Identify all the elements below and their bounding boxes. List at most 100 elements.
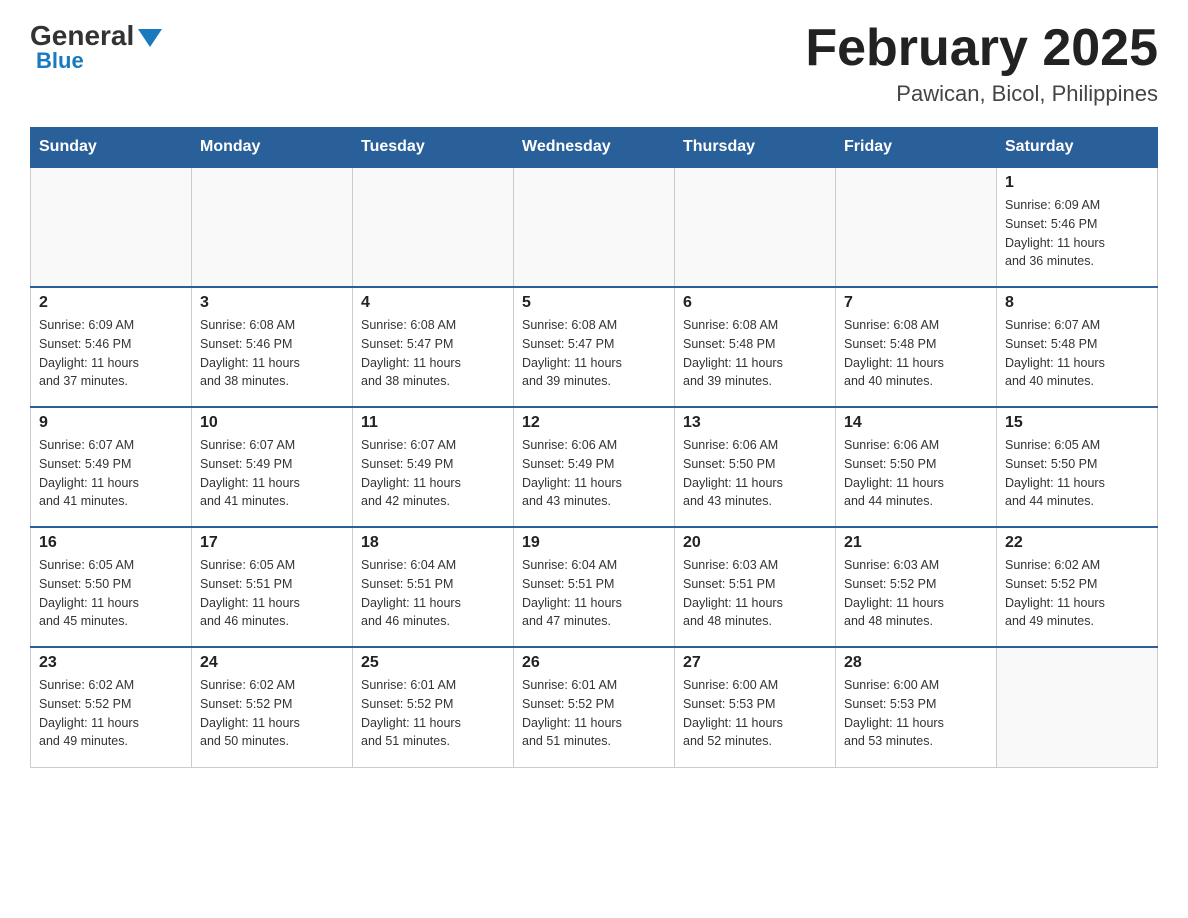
day-info: Sunrise: 6:07 AM Sunset: 5:49 PM Dayligh… [200,436,344,511]
calendar-cell: 21 Sunrise: 6:03 AM Sunset: 5:52 PM Dayli… [836,527,997,647]
day-info: Sunrise: 6:09 AM Sunset: 5:46 PM Dayligh… [39,316,183,391]
day-info: Sunrise: 6:08 AM Sunset: 5:48 PM Dayligh… [683,316,827,391]
day-info: Sunrise: 6:07 AM Sunset: 5:48 PM Dayligh… [1005,316,1149,391]
calendar-week-3: 16 Sunrise: 6:05 AM Sunset: 5:50 PM Dayli… [31,527,1158,647]
day-info: Sunrise: 6:05 AM Sunset: 5:50 PM Dayligh… [39,556,183,631]
calendar-header: SundayMondayTuesdayWednesdayThursdayFrid… [31,128,1158,168]
calendar-cell: 18Sunrise: 6:04 AM Sunset: 5:51 PM Dayli… [353,527,514,647]
calendar-cell: 3 Sunrise: 6:08 AM Sunset: 5:46 PM Daylig… [192,287,353,407]
day-number: 11 [361,414,505,432]
day-info: Sunrise: 6:01 AM Sunset: 5:52 PM Dayligh… [361,676,505,751]
day-number: 20 [683,534,827,552]
calendar-week-1: 2 Sunrise: 6:09 AM Sunset: 5:46 PM Daylig… [31,287,1158,407]
location-title: Pawican, Bicol, Philippines [805,81,1158,107]
day-number: 7 [844,294,988,312]
calendar-table: SundayMondayTuesdayWednesdayThursdayFrid… [30,127,1158,768]
day-number: 21 [844,534,988,552]
day-info: Sunrise: 6:02 AM Sunset: 5:52 PM Dayligh… [39,676,183,751]
day-info: Sunrise: 6:09 AM Sunset: 5:46 PM Dayligh… [1005,196,1149,271]
calendar-cell: 8 Sunrise: 6:07 AM Sunset: 5:48 PM Daylig… [997,287,1158,407]
header-saturday: Saturday [997,128,1158,168]
calendar-cell: 4Sunrise: 6:08 AM Sunset: 5:47 PM Daylig… [353,287,514,407]
page-header: General Blue February 2025 Pawican, Bico… [30,20,1158,107]
calendar-cell: 25 Sunrise: 6:01 AM Sunset: 5:52 PM Dayli… [353,647,514,767]
day-info: Sunrise: 6:08 AM Sunset: 5:48 PM Dayligh… [844,316,988,391]
calendar-cell: 27Sunrise: 6:00 AM Sunset: 5:53 PM Dayli… [675,647,836,767]
day-number: 1 [1005,174,1149,192]
calendar-cell [836,167,997,287]
day-info: Sunrise: 6:08 AM Sunset: 5:47 PM Dayligh… [361,316,505,391]
header-row: SundayMondayTuesdayWednesdayThursdayFrid… [31,128,1158,168]
header-tuesday: Tuesday [353,128,514,168]
day-info: Sunrise: 6:06 AM Sunset: 5:50 PM Dayligh… [683,436,827,511]
day-number: 3 [200,294,344,312]
day-number: 26 [522,654,666,672]
day-number: 8 [1005,294,1149,312]
day-number: 24 [200,654,344,672]
calendar-cell [353,167,514,287]
day-info: Sunrise: 6:00 AM Sunset: 5:53 PM Dayligh… [844,676,988,751]
calendar-cell: 2 Sunrise: 6:09 AM Sunset: 5:46 PM Daylig… [31,287,192,407]
calendar-cell [31,167,192,287]
calendar-cell [675,167,836,287]
header-thursday: Thursday [675,128,836,168]
header-sunday: Sunday [31,128,192,168]
calendar-cell: 9 Sunrise: 6:07 AM Sunset: 5:49 PM Daylig… [31,407,192,527]
day-number: 28 [844,654,988,672]
calendar-cell: 10 Sunrise: 6:07 AM Sunset: 5:49 PM Dayli… [192,407,353,527]
header-wednesday: Wednesday [514,128,675,168]
calendar-cell: 5 Sunrise: 6:08 AM Sunset: 5:47 PM Daylig… [514,287,675,407]
calendar-cell: 1 Sunrise: 6:09 AM Sunset: 5:46 PM Daylig… [997,167,1158,287]
day-info: Sunrise: 6:03 AM Sunset: 5:52 PM Dayligh… [844,556,988,631]
day-info: Sunrise: 6:06 AM Sunset: 5:49 PM Dayligh… [522,436,666,511]
day-number: 12 [522,414,666,432]
day-number: 16 [39,534,183,552]
calendar-cell [514,167,675,287]
calendar-cell: 20Sunrise: 6:03 AM Sunset: 5:51 PM Dayli… [675,527,836,647]
day-info: Sunrise: 6:08 AM Sunset: 5:46 PM Dayligh… [200,316,344,391]
calendar-cell: 6 Sunrise: 6:08 AM Sunset: 5:48 PM Daylig… [675,287,836,407]
day-number: 14 [844,414,988,432]
calendar-cell: 14Sunrise: 6:06 AM Sunset: 5:50 PM Dayli… [836,407,997,527]
calendar-week-2: 9 Sunrise: 6:07 AM Sunset: 5:49 PM Daylig… [31,407,1158,527]
month-title: February 2025 [805,20,1158,77]
day-number: 6 [683,294,827,312]
calendar-cell: 16 Sunrise: 6:05 AM Sunset: 5:50 PM Dayli… [31,527,192,647]
calendar-cell: 7 Sunrise: 6:08 AM Sunset: 5:48 PM Daylig… [836,287,997,407]
day-number: 22 [1005,534,1149,552]
day-info: Sunrise: 6:07 AM Sunset: 5:49 PM Dayligh… [361,436,505,511]
calendar-cell: 19Sunrise: 6:04 AM Sunset: 5:51 PM Dayli… [514,527,675,647]
calendar-cell: 28 Sunrise: 6:00 AM Sunset: 5:53 PM Dayli… [836,647,997,767]
calendar-cell: 23 Sunrise: 6:02 AM Sunset: 5:52 PM Dayli… [31,647,192,767]
day-info: Sunrise: 6:05 AM Sunset: 5:50 PM Dayligh… [1005,436,1149,511]
calendar-cell: 11 Sunrise: 6:07 AM Sunset: 5:49 PM Dayli… [353,407,514,527]
day-info: Sunrise: 6:02 AM Sunset: 5:52 PM Dayligh… [1005,556,1149,631]
logo: General Blue [30,20,162,74]
calendar-cell [997,647,1158,767]
logo-triangle-icon [138,29,162,47]
calendar-cell: 17Sunrise: 6:05 AM Sunset: 5:51 PM Dayli… [192,527,353,647]
calendar-cell: 15 Sunrise: 6:05 AM Sunset: 5:50 PM Dayli… [997,407,1158,527]
day-info: Sunrise: 6:02 AM Sunset: 5:52 PM Dayligh… [200,676,344,751]
day-number: 5 [522,294,666,312]
day-info: Sunrise: 6:08 AM Sunset: 5:47 PM Dayligh… [522,316,666,391]
day-number: 23 [39,654,183,672]
day-info: Sunrise: 6:04 AM Sunset: 5:51 PM Dayligh… [361,556,505,631]
day-number: 9 [39,414,183,432]
day-number: 15 [1005,414,1149,432]
calendar-cell: 26Sunrise: 6:01 AM Sunset: 5:52 PM Dayli… [514,647,675,767]
title-area: February 2025 Pawican, Bicol, Philippine… [805,20,1158,107]
day-number: 13 [683,414,827,432]
calendar-body: 1 Sunrise: 6:09 AM Sunset: 5:46 PM Daylig… [31,167,1158,767]
calendar-cell: 24 Sunrise: 6:02 AM Sunset: 5:52 PM Dayli… [192,647,353,767]
day-info: Sunrise: 6:07 AM Sunset: 5:49 PM Dayligh… [39,436,183,511]
calendar-cell [192,167,353,287]
day-number: 25 [361,654,505,672]
day-number: 10 [200,414,344,432]
day-number: 19 [522,534,666,552]
logo-blue: Blue [36,48,84,74]
day-number: 2 [39,294,183,312]
calendar-cell: 12 Sunrise: 6:06 AM Sunset: 5:49 PM Dayli… [514,407,675,527]
calendar-week-0: 1 Sunrise: 6:09 AM Sunset: 5:46 PM Daylig… [31,167,1158,287]
calendar-week-4: 23 Sunrise: 6:02 AM Sunset: 5:52 PM Dayli… [31,647,1158,767]
